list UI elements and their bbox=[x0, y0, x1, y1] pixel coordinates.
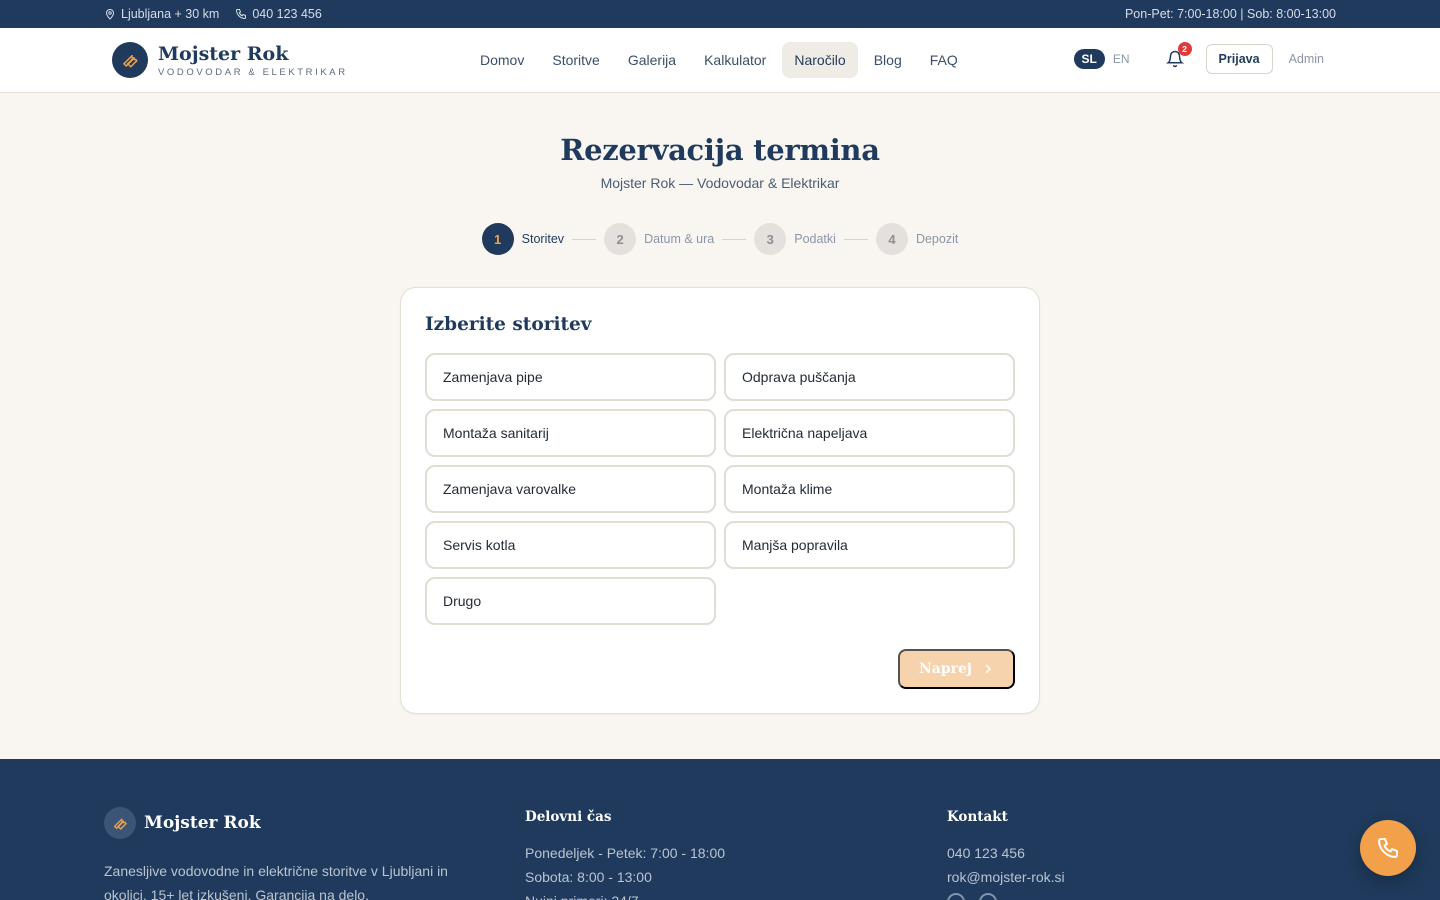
admin-link[interactable]: Admin bbox=[1285, 52, 1328, 66]
site-footer: Mojster Rok Zanesljive vodovodne in elek… bbox=[0, 759, 1440, 900]
nav-item-narocilo[interactable]: Naročilo bbox=[782, 42, 858, 78]
service-option-odprava-puscanja[interactable]: Odprava puščanja bbox=[724, 353, 1015, 401]
chevron-right-icon bbox=[985, 664, 992, 674]
location-info: Ljubljana + 30 km bbox=[104, 7, 219, 21]
lang-en-button[interactable]: EN bbox=[1109, 49, 1134, 69]
working-hours-text: Pon-Pet: 7:00-18:00 | Sob: 8:00-13:00 bbox=[1124, 7, 1336, 21]
service-option-drugo[interactable]: Drugo bbox=[425, 577, 716, 625]
nav-item-blog[interactable]: Blog bbox=[862, 42, 914, 78]
footer-hours-title: Delovni čas bbox=[525, 809, 612, 825]
next-button[interactable]: Naprej bbox=[898, 649, 1015, 689]
phone-info[interactable]: 040 123 456 bbox=[235, 7, 322, 21]
footer-hours-line: Nujni primeri: 24/7 bbox=[525, 889, 725, 900]
step-label: Depozit bbox=[915, 232, 959, 246]
phone-icon bbox=[1378, 838, 1398, 858]
service-option-montaza-klime[interactable]: Montaža klime bbox=[724, 465, 1015, 513]
step-number: 1 bbox=[481, 223, 514, 255]
language-switcher: SL EN bbox=[1073, 49, 1134, 69]
service-option-zamenjava-varovalke[interactable]: Zamenjava varovalke bbox=[425, 465, 716, 513]
brand-name: Mojster Rok bbox=[158, 42, 289, 65]
nav-item-faq[interactable]: FAQ bbox=[918, 42, 970, 78]
footer-hours-line: Sobota: 8:00 - 13:00 bbox=[525, 869, 652, 885]
nav-item-kalkulator[interactable]: Kalkulator bbox=[692, 42, 778, 78]
nav-item-storitve[interactable]: Storitve bbox=[540, 42, 611, 78]
step-deposit: 4 Depozit bbox=[875, 223, 959, 255]
facebook-icon[interactable] bbox=[979, 893, 997, 900]
step-number: 4 bbox=[875, 223, 908, 255]
main-nav: Domov Storitve Galerija Kalkulator Naroč… bbox=[468, 42, 970, 78]
next-button-label: Naprej bbox=[918, 661, 972, 677]
footer-contact-phone[interactable]: 040 123 456 bbox=[947, 841, 1065, 865]
footer-contact-email[interactable]: rok@mojster-rok.si bbox=[947, 865, 1065, 889]
card-title: Izberite storitev bbox=[425, 314, 592, 335]
footer-description: Zanesljive vodovodne in električne stori… bbox=[104, 863, 448, 900]
brand-logo-link[interactable]: Mojster Rok Vodovodar & Elektrikar bbox=[112, 42, 348, 78]
service-option-zamenjava-pipe[interactable]: Zamenjava pipe bbox=[425, 353, 716, 401]
step-divider bbox=[572, 238, 597, 240]
service-selection-card: Izberite storitev Zamenjava pipe Odprava… bbox=[400, 287, 1040, 714]
step-divider bbox=[722, 238, 747, 240]
footer-brand: Mojster Rok bbox=[104, 807, 484, 839]
service-option-elektricna-napeljava[interactable]: Električna napeljava bbox=[724, 409, 1015, 457]
booking-page: Rezervacija termina Mojster Rok — Vodovo… bbox=[0, 133, 1440, 714]
service-option-servis-kotla[interactable]: Servis kotla bbox=[425, 521, 716, 569]
instagram-icon[interactable] bbox=[947, 893, 965, 900]
footer-hours-line: Ponedeljek - Petek: 7:00 - 18:00 bbox=[525, 845, 726, 861]
step-divider bbox=[843, 238, 868, 240]
step-label: Datum & ura bbox=[644, 232, 715, 246]
brand-tagline: Vodovodar & Elektrikar bbox=[158, 66, 348, 78]
nav-item-domov[interactable]: Domov bbox=[468, 42, 536, 78]
step-label: Storitev bbox=[521, 232, 565, 246]
login-button[interactable]: Prijava bbox=[1205, 44, 1273, 74]
nav-item-galerija[interactable]: Galerija bbox=[616, 42, 688, 78]
step-label: Podatki bbox=[794, 232, 836, 246]
wrench-logo-icon bbox=[112, 42, 148, 78]
phone-text[interactable]: 040 123 456 bbox=[252, 7, 322, 21]
wrench-logo-icon bbox=[104, 807, 136, 839]
page-title: Rezervacija termina bbox=[560, 133, 880, 167]
footer-contact-title: Kontakt bbox=[947, 809, 1008, 825]
notifications-button[interactable]: 2 bbox=[1164, 42, 1192, 70]
step-date-time: 2 Datum & ura bbox=[604, 223, 714, 255]
lang-sl-button[interactable]: SL bbox=[1073, 49, 1105, 69]
page-subtitle: Mojster Rok — Vodovodar & Elektrikar bbox=[600, 175, 840, 191]
step-number: 3 bbox=[754, 223, 787, 255]
top-info-bar: Ljubljana + 30 km 040 123 456 Pon-Pet: 7… bbox=[0, 0, 1440, 28]
location-text: Ljubljana + 30 km bbox=[121, 7, 220, 21]
floating-call-button[interactable] bbox=[1360, 820, 1416, 876]
phone-icon bbox=[236, 9, 247, 20]
footer-social-links bbox=[947, 893, 1065, 900]
step-service: 1 Storitev bbox=[481, 223, 565, 255]
step-details: 3 Podatki bbox=[754, 223, 836, 255]
booking-stepper: 1 Storitev 2 Datum & ura 3 Podatki 4 Dep… bbox=[0, 223, 1440, 255]
site-header: Mojster Rok Vodovodar & Elektrikar Domov… bbox=[0, 28, 1440, 93]
step-number: 2 bbox=[604, 223, 637, 255]
service-options-grid: Zamenjava pipe Odprava puščanja Montaža … bbox=[425, 353, 1015, 625]
footer-brand-name: Mojster Rok bbox=[144, 813, 261, 833]
service-option-manjsa-popravila[interactable]: Manjša popravila bbox=[724, 521, 1015, 569]
service-option-montaza-sanitarij[interactable]: Montaža sanitarij bbox=[425, 409, 716, 457]
map-pin-icon bbox=[105, 9, 115, 20]
notification-count-badge: 2 bbox=[1177, 42, 1192, 56]
